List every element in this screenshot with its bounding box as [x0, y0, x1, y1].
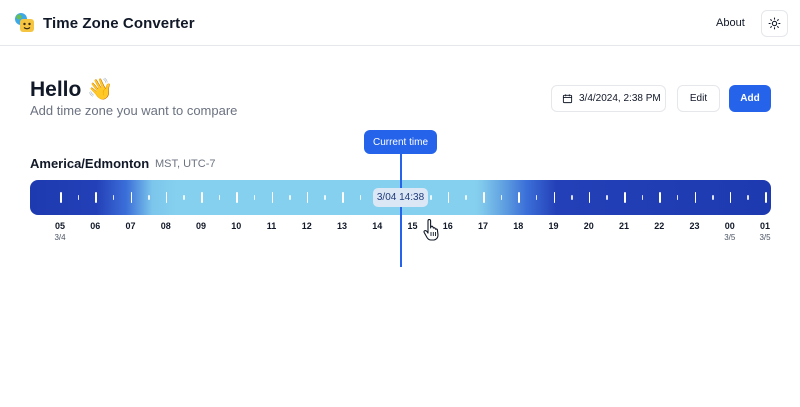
half-hour-tick — [77, 195, 80, 200]
hour-label: 07 — [125, 221, 136, 231]
hour-tick — [236, 192, 238, 203]
hour-tick — [659, 192, 661, 203]
date-picker-button[interactable]: 3/4/2024, 2:38 PM — [551, 85, 666, 112]
hour-label: 17 — [477, 221, 489, 231]
pointer-hand-icon — [423, 219, 439, 241]
hour-tick — [765, 192, 767, 203]
half-hour-tick — [289, 195, 291, 200]
theme-toggle-button[interactable] — [761, 10, 788, 37]
add-button[interactable]: Add — [729, 85, 771, 112]
current-time-badge: Current time — [364, 130, 437, 154]
hour-tick — [342, 192, 344, 203]
hour-label: 20 — [583, 221, 594, 231]
page-subtitle: Add time zone you want to compare — [30, 103, 238, 118]
date-label: 3/5 — [759, 233, 771, 242]
hour-tick — [201, 192, 203, 203]
hour-tick — [130, 192, 132, 203]
hour-label: 16 — [442, 221, 453, 231]
hour-label: 18 — [513, 221, 524, 231]
hour-tick — [306, 192, 309, 203]
hour-label: 11 — [266, 221, 277, 231]
hour-tick — [694, 192, 696, 203]
half-hour-tick — [183, 195, 185, 200]
hour-tick — [518, 192, 520, 203]
sun-icon — [768, 17, 781, 30]
hour-tick — [271, 192, 273, 203]
hour-label: 13 — [336, 221, 348, 231]
hour-label: 14 — [372, 221, 383, 231]
hour-label: 05 — [54, 221, 66, 231]
half-hour-tick — [606, 195, 608, 200]
hour-tick — [729, 192, 732, 203]
half-hour-tick — [535, 195, 538, 200]
hour-tick — [588, 192, 591, 203]
hour-tick — [447, 192, 450, 203]
hour-label: 23 — [689, 221, 700, 231]
hour-label: 21 — [618, 221, 630, 231]
half-hour-tick — [253, 195, 256, 200]
globe-face-icon[interactable] — [14, 12, 36, 34]
date-value: 3/4/2024, 2:38 PM — [579, 93, 661, 104]
hour-tick — [165, 192, 168, 203]
date-label: 3/5 — [724, 233, 736, 242]
hour-tick — [483, 192, 485, 203]
half-hour-tick — [641, 195, 644, 200]
greeting-text: Hello — [30, 78, 82, 101]
hour-label: 09 — [195, 221, 207, 231]
edit-button[interactable]: Edit — [677, 85, 720, 112]
hour-tick — [60, 192, 62, 203]
waving-hand-icon: 👋 — [87, 78, 114, 101]
half-hour-tick — [324, 195, 326, 200]
calendar-icon — [562, 94, 573, 104]
hour-label: 06 — [90, 221, 101, 231]
half-hour-tick — [359, 195, 362, 200]
hour-label: 19 — [548, 221, 559, 231]
half-hour-tick — [712, 195, 714, 200]
current-time-line — [400, 154, 402, 267]
hover-time-badge: 3/04 14:38 — [373, 188, 428, 207]
half-hour-tick — [218, 195, 221, 200]
date-label: 3/4 — [54, 233, 66, 242]
hour-tick — [95, 192, 97, 203]
about-link[interactable]: About — [716, 17, 745, 29]
half-hour-tick — [500, 195, 503, 200]
hour-tick — [553, 192, 555, 203]
hour-label: 15 — [407, 221, 418, 231]
half-hour-tick — [148, 195, 150, 200]
half-hour-tick — [676, 195, 679, 200]
half-hour-tick — [747, 195, 749, 200]
app-header: Time Zone Converter About — [0, 0, 800, 46]
hour-label: 22 — [654, 221, 665, 231]
hour-tick — [624, 192, 626, 203]
half-hour-tick — [112, 195, 115, 200]
hour-label: 12 — [301, 221, 312, 231]
page-title: Hello 👋 — [30, 78, 113, 102]
app-title[interactable]: Time Zone Converter — [43, 15, 195, 32]
hour-label: 01 — [759, 221, 771, 231]
zone-name: America/Edmonton — [30, 156, 150, 171]
hour-label: 08 — [160, 221, 171, 231]
half-hour-tick — [430, 195, 432, 200]
half-hour-tick — [571, 195, 573, 200]
hour-label: 00 — [724, 221, 735, 231]
hour-label: 10 — [231, 221, 242, 231]
zone-meta: MST, UTC-7 — [155, 158, 216, 170]
half-hour-tick — [465, 195, 467, 200]
